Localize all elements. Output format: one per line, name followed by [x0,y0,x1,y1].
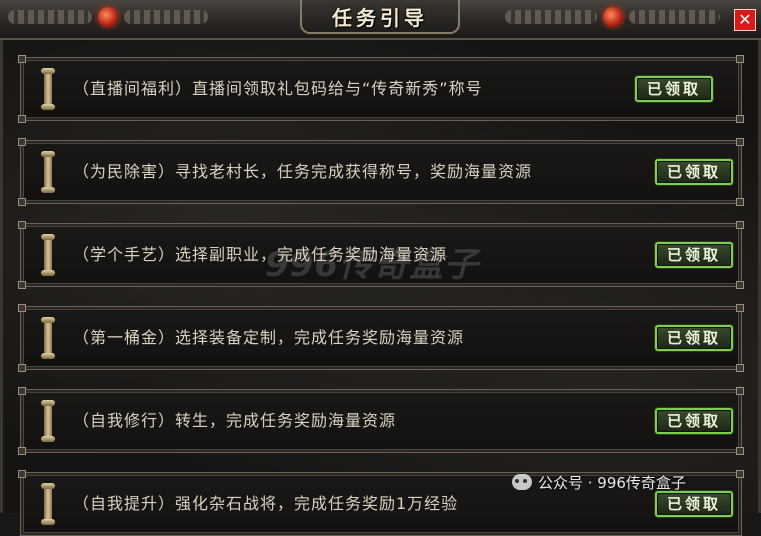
scroll-icon [41,234,55,276]
wechat-icon [512,474,532,490]
quest-description: （第一桶金）选择装备定制，完成任务奖励海量资源 [73,328,465,347]
scroll-icon [41,400,55,442]
scroll-icon [41,151,55,193]
claimed-button[interactable]: 已领取 [655,325,733,351]
title-plate: 任务引导 [300,0,460,34]
claimed-button[interactable]: 已领取 [655,159,733,185]
title-bar: 任务引导 ✕ [0,0,761,40]
claimed-button[interactable]: 已领取 [655,242,733,268]
scroll-icon [41,317,55,359]
scroll-icon [41,68,55,110]
quest-row: （学个手艺）选择副职业，完成任务奖励海量资源 已领取 [18,221,744,289]
scroll-icon [41,483,55,525]
quest-description: （自我提升）强化杂石战将，完成任务奖励1万经验 [73,494,459,513]
quest-description: （学个手艺）选择副职业，完成任务奖励海量资源 [73,245,448,264]
claimed-button[interactable]: 已领取 [635,76,713,102]
quest-row: （第一桶金）选择装备定制，完成任务奖励海量资源 已领取 [18,304,744,372]
source-watermark: 公众号 · 996传奇盒子 [512,470,686,494]
quest-row: （自我修行）转生，完成任务奖励海量资源 已领取 [18,387,744,455]
dragon-ornament-left [8,2,208,32]
dragon-orb-icon [602,7,623,27]
claimed-button[interactable]: 已领取 [655,408,733,434]
quest-description: （直播间福利）直播间领取礼包码给与“传奇新秀”称号 [73,79,483,98]
quest-list-panel: （直播间福利）直播间领取礼包码给与“传奇新秀”称号 已领取 （为民除害）寻找老村… [0,40,761,536]
quest-row: （为民除害）寻找老村长，任务完成获得称号，奖励海量资源 已领取 [18,138,744,206]
quest-description: （为民除害）寻找老村长，任务完成获得称号，奖励海量资源 [73,162,533,181]
close-button[interactable]: ✕ [734,9,756,31]
dragon-orb-icon [98,7,118,27]
dragon-ornament-right [505,2,720,32]
quest-description: （自我修行）转生，完成任务奖励海量资源 [73,411,397,430]
claimed-button[interactable]: 已领取 [655,491,733,517]
source-text: 公众号 · 996传奇盒子 [538,473,686,492]
quest-row: （直播间福利）直播间领取礼包码给与“传奇新秀”称号 已领取 [18,55,744,123]
window-title: 任务引导 [332,5,428,30]
